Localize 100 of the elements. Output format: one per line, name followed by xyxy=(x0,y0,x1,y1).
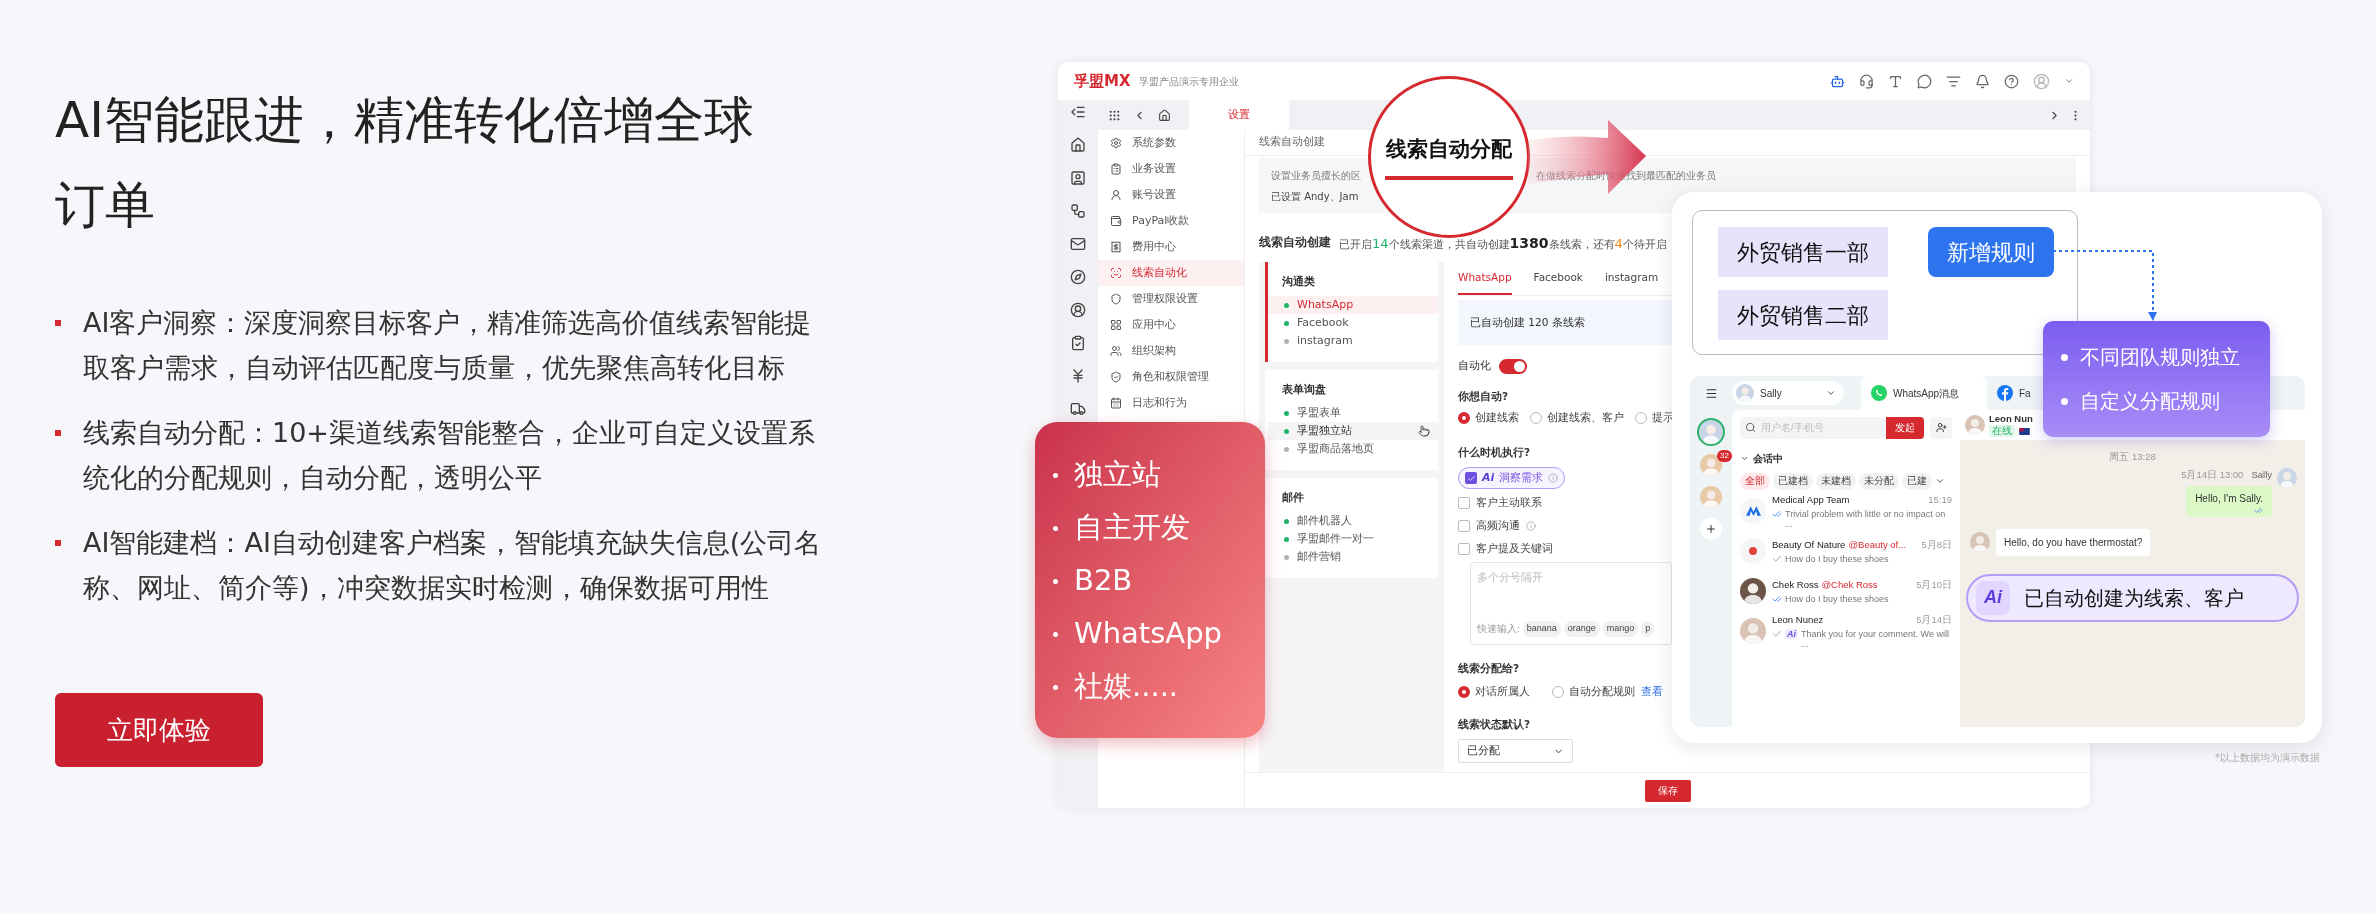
nav-icon[interactable] xyxy=(1070,335,1086,351)
section-title: 会话中 xyxy=(1753,451,1783,466)
toolbar-icon[interactable] xyxy=(1888,73,1903,89)
chat-tab[interactable]: Fa xyxy=(1987,376,2041,410)
toolbar-icon[interactable] xyxy=(1859,73,1874,89)
caret-icon[interactable] xyxy=(2064,76,2074,86)
menu-item[interactable]: PayPal收款 xyxy=(1098,208,1244,234)
checkbox[interactable] xyxy=(1458,497,1470,509)
channel-item[interactable]: 孚盟邮件一对一 xyxy=(1268,530,1438,548)
menu-item[interactable]: 应用中心 xyxy=(1098,312,1244,338)
channel-tab[interactable]: WhatsApp xyxy=(1458,270,1512,295)
channel-item[interactable]: 邮件机器人 xyxy=(1268,512,1438,530)
add-rule-button[interactable]: 新增规则 xyxy=(1928,227,2054,277)
channel-item[interactable]: instagram xyxy=(1268,332,1438,350)
ai-trigger-pill[interactable]: Ai 洞察需求 xyxy=(1458,467,1566,489)
checkbox[interactable] xyxy=(1458,520,1470,532)
settings-tab[interactable]: 设置 xyxy=(1189,100,1289,130)
menu-item[interactable]: 组织架构 xyxy=(1098,338,1244,364)
assistant-icon[interactable] xyxy=(1830,73,1845,89)
menu-item-icon xyxy=(1110,215,1122,227)
menu-item[interactable]: 线索自动化 xyxy=(1098,260,1244,286)
filter-chip[interactable]: 已建档 xyxy=(1773,472,1813,490)
conversation-item[interactable]: Beauty Of Nature @Beauty of... 5月8日 How do I buy these shoes xyxy=(1740,531,1952,571)
channel-tab[interactable]: Facebook xyxy=(1533,270,1583,295)
bullet-icon xyxy=(1053,472,1058,478)
nav-icon[interactable] xyxy=(1070,302,1086,318)
status-select[interactable]: 已分配 xyxy=(1458,739,1573,763)
nav-icon[interactable] xyxy=(1070,401,1086,417)
nav-icon[interactable] xyxy=(1070,104,1086,120)
toolbar-icon[interactable] xyxy=(1946,73,1961,89)
checkbox[interactable] xyxy=(1465,472,1477,484)
add-user-icon xyxy=(1935,422,1947,433)
toolbar-icon[interactable] xyxy=(2004,73,2019,89)
nav-icon[interactable] xyxy=(1070,368,1086,384)
account-select[interactable]: Sally xyxy=(1732,381,1844,405)
conversation-item[interactable]: Leon Nunez 5月14日 Ai Thank you for your comment. We will ... xyxy=(1740,611,1952,651)
save-button[interactable]: 保存 xyxy=(1644,779,1691,802)
keyword-chip[interactable]: mango xyxy=(1602,621,1639,637)
radio-button[interactable] xyxy=(1458,686,1470,698)
keyword-chip[interactable]: banana xyxy=(1522,621,1561,637)
question-label: 线索分配给? xyxy=(1458,661,1520,676)
add-contact-button[interactable] xyxy=(1930,416,1952,439)
nav-icon[interactable] xyxy=(1070,203,1086,219)
menu-icon[interactable] xyxy=(1704,386,1718,400)
channel-item[interactable]: 孚盟表单 xyxy=(1268,404,1438,422)
channel-item[interactable]: 邮件营销 xyxy=(1268,548,1438,566)
radio-button[interactable] xyxy=(1552,686,1564,698)
menu-item[interactable]: 账号设置 xyxy=(1098,182,1244,208)
filter-chip[interactable]: 未建档 xyxy=(1816,472,1856,490)
menu-item-icon xyxy=(1110,293,1122,305)
nav-icon[interactable] xyxy=(1070,236,1086,252)
channel-item[interactable]: 孚盟独立站 xyxy=(1268,422,1438,440)
trigger-label: 客户提及关键词 xyxy=(1476,541,1553,557)
channel-item[interactable]: Facebook xyxy=(1268,314,1438,332)
nav-icon[interactable] xyxy=(1070,269,1086,285)
add-account-button[interactable] xyxy=(1700,518,1722,540)
checkbox[interactable] xyxy=(1458,543,1470,555)
menu-item[interactable]: 管理权限设置 xyxy=(1098,286,1244,312)
toolbar-icon[interactable] xyxy=(1917,73,1932,89)
channel-item[interactable]: WhatsApp xyxy=(1268,296,1438,314)
nav-icon[interactable] xyxy=(1070,137,1086,153)
keyword-chip[interactable]: p xyxy=(1641,621,1655,637)
menu-item[interactable]: 日志和行为 xyxy=(1098,390,1244,416)
more-filters-icon[interactable] xyxy=(1935,476,1945,486)
info-text: 已设置 Andy、Jam xyxy=(1271,189,1360,204)
try-now-button[interactable]: 立即体验 xyxy=(55,693,263,767)
menu-item[interactable]: 系统参数 xyxy=(1098,130,1244,156)
feature-label: 自定义分配规则 xyxy=(2080,388,2220,415)
filter-chip[interactable]: 已建 xyxy=(1902,472,1932,490)
facebook-icon xyxy=(1997,385,2013,401)
keyword-chip[interactable]: orange xyxy=(1563,621,1600,637)
avatar-icon xyxy=(1700,454,1722,476)
menu-item-icon xyxy=(1110,319,1122,331)
start-chat-button[interactable]: 发起 xyxy=(1886,416,1924,439)
nav-icon[interactable] xyxy=(1070,170,1086,186)
toggle-switch[interactable] xyxy=(1499,358,1527,374)
team-chip[interactable]: 外贸销售一部 xyxy=(1718,227,1888,277)
home-icon[interactable] xyxy=(1158,108,1171,122)
menu-item[interactable]: 业务设置 xyxy=(1098,156,1244,182)
filter-chip[interactable]: 未分配 xyxy=(1859,472,1899,490)
toolbar-icon[interactable] xyxy=(1975,73,1990,89)
menu-item[interactable]: 角色和权限管理 xyxy=(1098,364,1244,390)
menu-item[interactable]: 费用中心 xyxy=(1098,234,1244,260)
message-time: 5月14日 13:00 xyxy=(2181,468,2244,483)
channel-tab[interactable]: instagram xyxy=(1604,270,1659,295)
channel-group-title: 表单询盘 xyxy=(1281,382,1327,398)
view-link[interactable]: 查看 xyxy=(1641,684,1663,700)
conversation-item[interactable]: Chek Ross @Chek Ross 5月10日 How do I buy these shoes xyxy=(1740,571,1952,611)
radio-button[interactable] xyxy=(1530,412,1542,424)
apps-icon[interactable] xyxy=(1108,108,1121,122)
menu-item-icon xyxy=(1110,397,1122,409)
stats-label: 线索自动创建 xyxy=(1259,234,1331,252)
team-chip[interactable]: 外贸销售二部 xyxy=(1718,290,1888,340)
filter-chip[interactable]: 全部 xyxy=(1740,472,1770,490)
chat-tab[interactable]: WhatsApp消息 xyxy=(1861,376,1987,410)
conversation-item[interactable]: Medical App Team 15:19 Trivial problem with little or no impact on ... xyxy=(1740,491,1952,531)
radio-button[interactable] xyxy=(1458,412,1470,424)
message-preview: Trivial problem with little or no impact on ... xyxy=(1785,508,1947,529)
radio-button[interactable] xyxy=(1635,412,1647,424)
channel-item[interactable]: 孚盟商品落地页 xyxy=(1268,440,1438,458)
